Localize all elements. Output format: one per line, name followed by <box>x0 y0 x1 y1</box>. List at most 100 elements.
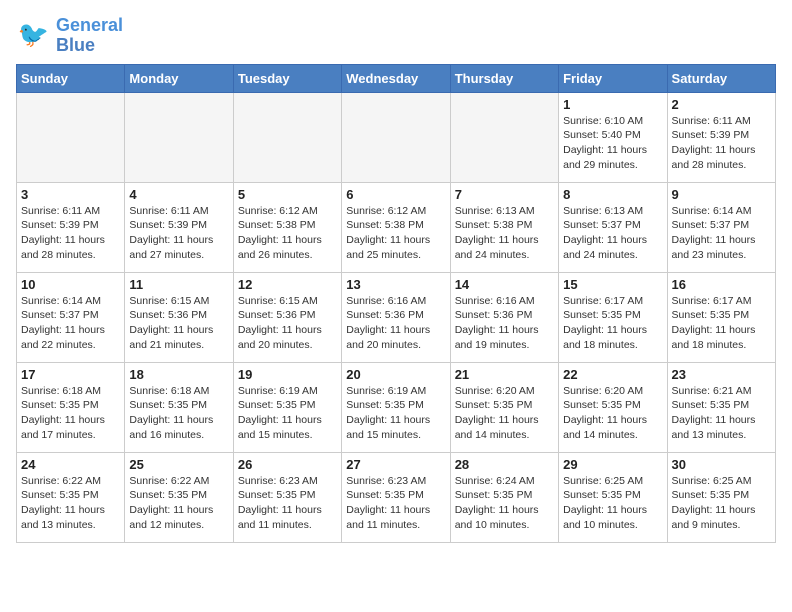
logo-icon: 🐦 <box>16 18 52 54</box>
day-info: Sunrise: 6:13 AMSunset: 5:38 PMDaylight:… <box>455 204 554 263</box>
weekday-header-saturday: Saturday <box>667 64 775 92</box>
day-number: 14 <box>455 277 554 292</box>
day-number: 2 <box>672 97 771 112</box>
day-info: Sunrise: 6:11 AMSunset: 5:39 PMDaylight:… <box>129 204 228 263</box>
calendar-cell: 22Sunrise: 6:20 AMSunset: 5:35 PMDayligh… <box>559 362 667 452</box>
calendar-cell: 10 Sunrise: 6:14 AMSunset: 5:37 PMDayligh… <box>17 272 125 362</box>
day-info: Sunrise: 6:21 AMSunset: 5:35 PMDaylight:… <box>672 384 771 443</box>
day-number: 21 <box>455 367 554 382</box>
day-info: Sunrise: 6:23 AMSunset: 5:35 PMDaylight:… <box>238 474 337 533</box>
day-number: 12 <box>238 277 337 292</box>
day-number: 27 <box>346 457 445 472</box>
day-number: 18 <box>129 367 228 382</box>
calendar-cell: 29 Sunrise: 6:25 AMSunset: 5:35 PMDayligh… <box>559 452 667 542</box>
day-info: Sunrise: 6:12 AMSunset: 5:38 PMDaylight:… <box>346 204 445 263</box>
day-number: 4 <box>129 187 228 202</box>
weekday-header-tuesday: Tuesday <box>233 64 341 92</box>
day-info: Sunrise: 6:19 AMSunset: 5:35 PMDaylight:… <box>346 384 445 443</box>
calendar-cell: 7 Sunrise: 6:13 AMSunset: 5:38 PMDaylight… <box>450 182 558 272</box>
day-number: 17 <box>21 367 120 382</box>
day-info: Sunrise: 6:22 AMSunset: 5:35 PMDaylight:… <box>129 474 228 533</box>
calendar-cell: 30Sunrise: 6:25 AMSunset: 5:35 PMDayligh… <box>667 452 775 542</box>
calendar-cell: 19 Sunrise: 6:19 AMSunset: 5:35 PMDayligh… <box>233 362 341 452</box>
calendar-cell: 23 Sunrise: 6:21 AMSunset: 5:35 PMDayligh… <box>667 362 775 452</box>
day-number: 6 <box>346 187 445 202</box>
calendar-cell: 9 Sunrise: 6:14 AMSunset: 5:37 PMDaylight… <box>667 182 775 272</box>
calendar-cell: 15 Sunrise: 6:17 AMSunset: 5:35 PMDayligh… <box>559 272 667 362</box>
calendar-cell: 20 Sunrise: 6:19 AMSunset: 5:35 PMDayligh… <box>342 362 450 452</box>
calendar-cell: 27 Sunrise: 6:23 AMSunset: 5:35 PMDayligh… <box>342 452 450 542</box>
day-number: 26 <box>238 457 337 472</box>
day-info: Sunrise: 6:25 AMSunset: 5:35 PMDaylight:… <box>563 474 662 533</box>
day-number: 13 <box>346 277 445 292</box>
calendar-cell: 25 Sunrise: 6:22 AMSunset: 5:35 PMDayligh… <box>125 452 233 542</box>
calendar-cell: 13 Sunrise: 6:16 AMSunset: 5:36 PMDayligh… <box>342 272 450 362</box>
day-number: 29 <box>563 457 662 472</box>
calendar-cell <box>17 92 125 182</box>
day-info: Sunrise: 6:11 AMSunset: 5:39 PMDaylight:… <box>21 204 120 263</box>
day-info: Sunrise: 6:12 AMSunset: 5:38 PMDaylight:… <box>238 204 337 263</box>
day-number: 7 <box>455 187 554 202</box>
day-number: 15 <box>563 277 662 292</box>
weekday-header-wednesday: Wednesday <box>342 64 450 92</box>
day-info: Sunrise: 6:20 AMSunset: 5:35 PMDaylight:… <box>455 384 554 443</box>
calendar-cell: 17 Sunrise: 6:18 AMSunset: 5:35 PMDayligh… <box>17 362 125 452</box>
calendar-cell: 6 Sunrise: 6:12 AMSunset: 5:38 PMDaylight… <box>342 182 450 272</box>
day-number: 5 <box>238 187 337 202</box>
day-number: 28 <box>455 457 554 472</box>
calendar-cell <box>342 92 450 182</box>
day-number: 24 <box>21 457 120 472</box>
day-info: Sunrise: 6:14 AMSunset: 5:37 PMDaylight:… <box>672 204 771 263</box>
day-info: Sunrise: 6:25 AMSunset: 5:35 PMDaylight:… <box>672 474 771 533</box>
calendar-cell: 1 Sunrise: 6:10 AMSunset: 5:40 PMDaylight… <box>559 92 667 182</box>
day-number: 20 <box>346 367 445 382</box>
day-number: 25 <box>129 457 228 472</box>
day-info: Sunrise: 6:11 AMSunset: 5:39 PMDaylight:… <box>672 114 771 173</box>
weekday-header-friday: Friday <box>559 64 667 92</box>
day-number: 9 <box>672 187 771 202</box>
day-number: 16 <box>672 277 771 292</box>
svg-text:🐦: 🐦 <box>18 21 49 49</box>
day-number: 19 <box>238 367 337 382</box>
calendar-cell: 28Sunrise: 6:24 AMSunset: 5:35 PMDayligh… <box>450 452 558 542</box>
day-info: Sunrise: 6:16 AMSunset: 5:36 PMDaylight:… <box>455 294 554 353</box>
day-info: Sunrise: 6:17 AMSunset: 5:35 PMDaylight:… <box>563 294 662 353</box>
weekday-header-thursday: Thursday <box>450 64 558 92</box>
day-number: 23 <box>672 367 771 382</box>
calendar-cell: 3 Sunrise: 6:11 AMSunset: 5:39 PMDaylight… <box>17 182 125 272</box>
calendar-cell: 14 Sunrise: 6:16 AMSunset: 5:36 PMDayligh… <box>450 272 558 362</box>
calendar-cell: 2 Sunrise: 6:11 AMSunset: 5:39 PMDaylight… <box>667 92 775 182</box>
day-info: Sunrise: 6:22 AMSunset: 5:35 PMDaylight:… <box>21 474 120 533</box>
calendar-cell <box>125 92 233 182</box>
day-number: 8 <box>563 187 662 202</box>
day-info: Sunrise: 6:16 AMSunset: 5:36 PMDaylight:… <box>346 294 445 353</box>
calendar-cell <box>450 92 558 182</box>
weekday-header-monday: Monday <box>125 64 233 92</box>
day-info: Sunrise: 6:13 AMSunset: 5:37 PMDaylight:… <box>563 204 662 263</box>
calendar-cell: 12Sunrise: 6:15 AMSunset: 5:36 PMDayligh… <box>233 272 341 362</box>
calendar-cell: 18 Sunrise: 6:18 AMSunset: 5:35 PMDayligh… <box>125 362 233 452</box>
day-number: 11 <box>129 277 228 292</box>
calendar-cell: 4 Sunrise: 6:11 AMSunset: 5:39 PMDaylight… <box>125 182 233 272</box>
calendar-cell: 16 Sunrise: 6:17 AMSunset: 5:35 PMDayligh… <box>667 272 775 362</box>
logo-text: General Blue <box>56 16 123 56</box>
day-info: Sunrise: 6:18 AMSunset: 5:35 PMDaylight:… <box>129 384 228 443</box>
weekday-header-sunday: Sunday <box>17 64 125 92</box>
day-info: Sunrise: 6:23 AMSunset: 5:35 PMDaylight:… <box>346 474 445 533</box>
day-info: Sunrise: 6:18 AMSunset: 5:35 PMDaylight:… <box>21 384 120 443</box>
day-info: Sunrise: 6:14 AMSunset: 5:37 PMDaylight:… <box>21 294 120 353</box>
day-info: Sunrise: 6:15 AMSunset: 5:36 PMDaylight:… <box>129 294 228 353</box>
calendar-table: SundayMondayTuesdayWednesdayThursdayFrid… <box>16 64 776 543</box>
calendar-cell: 21 Sunrise: 6:20 AMSunset: 5:35 PMDayligh… <box>450 362 558 452</box>
day-info: Sunrise: 6:20 AMSunset: 5:35 PMDaylight:… <box>563 384 662 443</box>
day-number: 3 <box>21 187 120 202</box>
day-info: Sunrise: 6:17 AMSunset: 5:35 PMDaylight:… <box>672 294 771 353</box>
calendar-cell: 24 Sunrise: 6:22 AMSunset: 5:35 PMDayligh… <box>17 452 125 542</box>
calendar-cell: 8 Sunrise: 6:13 AMSunset: 5:37 PMDaylight… <box>559 182 667 272</box>
day-number: 10 <box>21 277 120 292</box>
day-number: 1 <box>563 97 662 112</box>
calendar-cell <box>233 92 341 182</box>
day-info: Sunrise: 6:10 AMSunset: 5:40 PMDaylight:… <box>563 114 662 173</box>
calendar-cell: 5 Sunrise: 6:12 AMSunset: 5:38 PMDaylight… <box>233 182 341 272</box>
day-info: Sunrise: 6:19 AMSunset: 5:35 PMDaylight:… <box>238 384 337 443</box>
